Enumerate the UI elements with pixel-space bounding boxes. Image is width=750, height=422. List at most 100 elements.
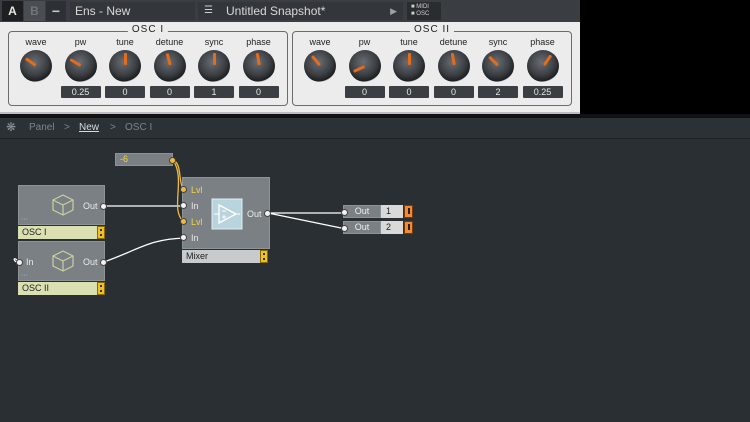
osc-label: OSC [416,11,430,17]
mixer-module[interactable]: Lvl In Lvl In Out [182,177,270,249]
audio-out-1-button[interactable] [404,205,413,218]
knob-value-field[interactable]: 2 [478,86,518,98]
audio-out-1[interactable]: Out [343,205,381,218]
mixer-out-port[interactable] [264,210,271,217]
breadcrumb-new[interactable]: New [79,122,99,133]
cube-icon [52,194,74,216]
knob-pointer [488,55,499,67]
knob-value-field[interactable]: 0 [389,86,429,98]
osc2-module[interactable]: In Out ··· [18,241,105,281]
osc1-out-port[interactable] [100,203,107,210]
knob-cell-osc2-0: wave [298,37,342,101]
osc2-group: OSC II wave pw 0 tune 0 detune 0 sync 2 phase 0.25 [292,24,572,106]
gear-icon[interactable]: ❋ [6,120,16,134]
knob-cell-osc2-1: pw 0 [343,37,387,101]
mixer-lvl2-label: Lvl [191,217,203,227]
knob-cell-osc2-2: tune 0 [387,37,431,101]
knob-value-field[interactable]: 0 [433,86,474,98]
audio-out-1-channel[interactable]: 1 [381,205,403,218]
midi-dot-icon: ■ [411,4,415,10]
knob-value-field[interactable]: 1 [194,86,234,98]
audio-out-2-port[interactable] [341,225,348,232]
osc-dot-icon: ■ [411,11,415,17]
knob-pointer [542,54,552,67]
audio-out-2[interactable]: Out [343,221,381,234]
mixer-menu-button[interactable] [260,250,268,263]
snapshot-selector[interactable]: ☰ Untitled Snapshot* ▶ [198,2,403,20]
top-toolbar: A B − Ens - New ☰ Untitled Snapshot* ▶ ■… [0,0,580,22]
knob-value-field[interactable]: 0 [344,86,385,98]
knob-pw[interactable] [64,50,97,82]
mixer-lvl2-port[interactable] [180,218,187,225]
knob-pointer [255,52,261,66]
osc1-module[interactable]: Out ··· [18,185,105,225]
snapshot-b-button[interactable]: B [24,1,45,21]
collapse-button[interactable]: − [46,1,66,21]
knob-cell-osc1-5: phase 0 [237,37,281,101]
knob-pointer [68,58,81,67]
knob-label: detune [439,37,468,47]
audio-out-2-button[interactable] [404,221,413,234]
knob-pointer [310,55,322,67]
osc2-out-label: Out [83,257,98,267]
midi-osc-indicator[interactable]: ■ MIDI ■ OSC [407,2,441,20]
constant-out-port[interactable] [169,157,176,164]
knob-tune[interactable] [393,50,425,82]
knob-pointer [352,65,365,73]
mixer-in1-port[interactable] [180,202,187,209]
knob-value-field[interactable]: 0.25 [60,86,101,98]
knob-label: pw [74,37,87,47]
empty-area [580,0,750,114]
breadcrumb-panel[interactable]: Panel [29,122,55,133]
osc1-menu-button[interactable] [97,226,105,239]
knob-pointer [24,57,37,67]
knob-phase[interactable] [526,50,559,82]
osc1-module-label: OSC I [18,226,97,239]
knob-phase[interactable] [242,50,275,82]
ensemble-title[interactable]: Ens - New [70,2,195,20]
cube-icon [52,250,74,272]
knob-detune[interactable] [437,50,470,82]
knob-value-field[interactable]: 0 [238,86,279,98]
constant-module[interactable]: -6 [115,153,173,166]
knob-wave[interactable] [20,50,52,82]
mixer-lvl1-port[interactable] [180,186,187,193]
knob-value-field[interactable]: 0 [149,86,190,98]
knob-pw[interactable] [348,50,381,82]
knob-tune[interactable] [109,50,141,82]
mixer-lvl1-label: Lvl [191,185,203,195]
resize-dots: ··· [21,216,28,223]
knob-label: tune [116,37,134,47]
midi-label: MIDI [416,4,429,10]
osc2-in-port[interactable] [16,259,23,266]
knob-sync[interactable] [198,50,230,82]
knob-label: tune [400,37,418,47]
knob-wave[interactable] [304,50,336,82]
snapshot-a-button[interactable]: A [2,1,23,21]
breadcrumb-osc1[interactable]: OSC I [125,122,152,133]
knob-cell-osc1-3: detune 0 [148,37,192,101]
amplifier-icon [211,198,243,230]
osc2-group-title: OSC II [409,24,455,35]
snapshot-title: Untitled Snapshot* [226,4,326,18]
audio-out-2-channel[interactable]: 2 [381,221,403,234]
knob-label: wave [309,37,331,47]
mixer-in1-label: In [191,201,199,211]
knob-value-field[interactable]: 0 [105,86,145,98]
mixer-out-label: Out [247,209,262,219]
audio-out-1-port[interactable] [341,209,348,216]
osc2-out-port[interactable] [100,259,107,266]
osc2-module-label: OSC II [18,282,97,295]
knob-label: phase [530,37,555,47]
knob-label: pw [358,37,371,47]
knob-pointer [408,53,411,65]
structure-canvas[interactable]: Out ··· OSC I In Out ··· OSC II -6 Lvl I… [0,139,750,422]
osc1-group: OSC I wave pw 0.25 tune 0 detune 0 sync 1 phase 0 [8,24,288,106]
mixer-in2-port[interactable] [180,234,187,241]
knob-value-field[interactable]: 0.25 [522,86,563,98]
knob-cell-osc1-0: wave [14,37,58,101]
breadcrumb: ❋ Panel > New > OSC I [0,118,750,139]
knob-detune[interactable] [153,50,186,82]
osc2-menu-button[interactable] [97,282,105,295]
knob-sync[interactable] [482,50,514,82]
